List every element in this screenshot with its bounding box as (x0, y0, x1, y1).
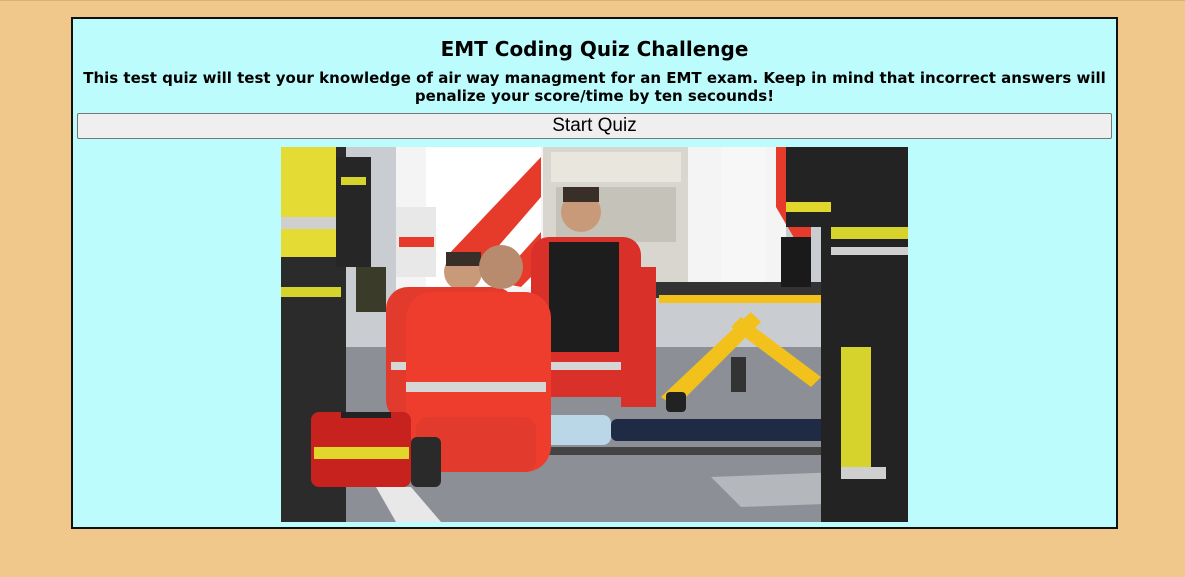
start-quiz-button[interactable]: Start Quiz (77, 113, 1112, 139)
quiz-card: EMT Coding Quiz Challenge This test quiz… (71, 17, 1118, 529)
paramedics-photo (281, 147, 908, 522)
top-divider (0, 0, 1185, 1)
quiz-description: This test quiz will test your knowledge … (83, 69, 1106, 105)
quiz-title: EMT Coding Quiz Challenge (440, 37, 749, 61)
paramedics-illustration (281, 147, 908, 522)
